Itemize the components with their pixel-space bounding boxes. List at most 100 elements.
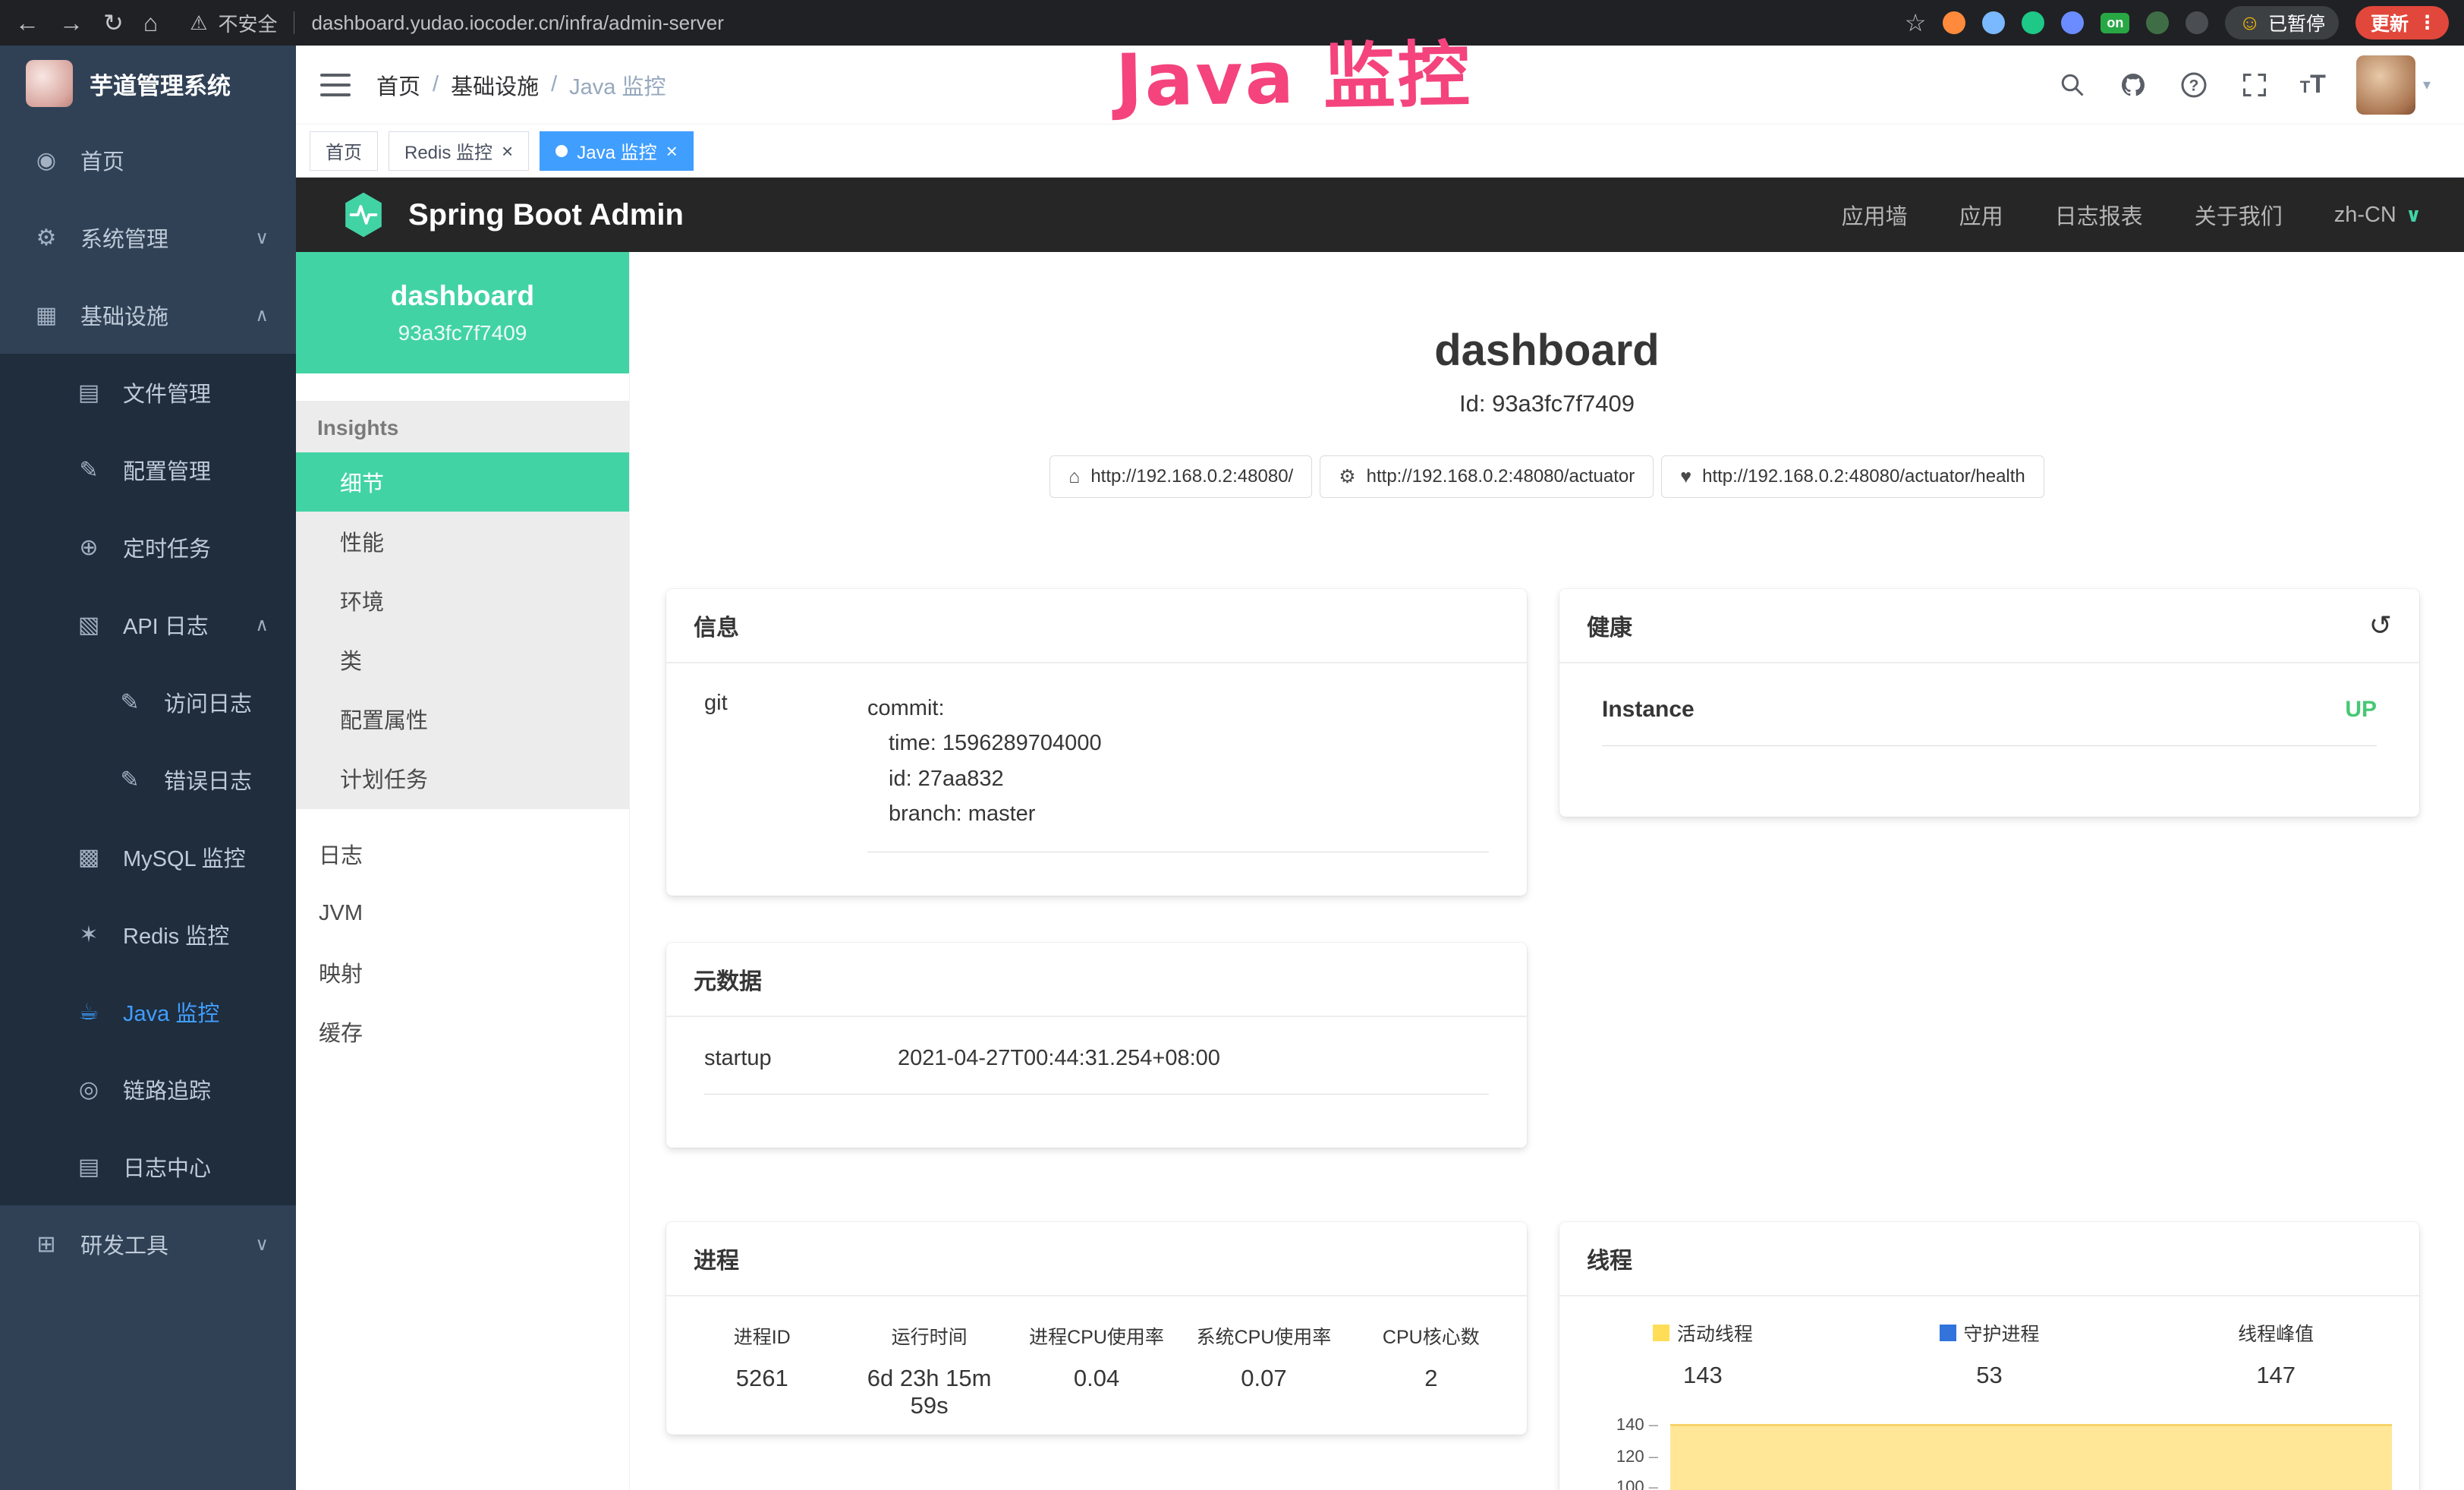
sidebar-item-api-logs[interactable]: ▧ API 日志 ∧ bbox=[0, 586, 296, 663]
sba-menu-jvm[interactable]: JVM bbox=[296, 884, 629, 943]
extension-grid-icon[interactable] bbox=[2061, 11, 2084, 34]
hamburger-icon[interactable] bbox=[320, 74, 351, 96]
back-icon[interactable]: ← bbox=[15, 11, 39, 35]
endpoint-url: http://192.168.0.2:48080/ bbox=[1090, 466, 1293, 487]
sba-menu-classes[interactable]: 类 bbox=[296, 630, 629, 689]
card-metadata: 元数据 startup 2021-04-27T00:44:31.254+08:0… bbox=[666, 943, 1527, 1148]
breadcrumb-section[interactable]: 基础设施 bbox=[451, 69, 539, 101]
sidebar-item-label: 文件管理 bbox=[123, 376, 211, 408]
avatar bbox=[2356, 55, 2415, 115]
sba-menu-config-props[interactable]: 配置属性 bbox=[296, 689, 629, 748]
sba-content: dashboard Id: 93a3fc7f7409 ⌂ http://192.… bbox=[630, 252, 2464, 1490]
locale-label: zh-CN bbox=[2334, 203, 2396, 228]
close-icon[interactable]: × bbox=[666, 141, 678, 161]
breadcrumb-home[interactable]: 首页 bbox=[376, 69, 420, 101]
caret-down-icon: ▾ bbox=[2423, 75, 2431, 94]
extension-leaf-icon[interactable] bbox=[2146, 11, 2169, 34]
address-bar[interactable]: ⚠ 不安全 dashboard.yudao.iocoder.cn/infra/a… bbox=[190, 9, 724, 37]
sidebar-item-file-mgmt[interactable]: ▤ 文件管理 bbox=[0, 354, 296, 431]
fullscreen-icon[interactable] bbox=[2239, 70, 2270, 100]
process-stat: 进程ID 5261 bbox=[678, 1322, 845, 1419]
gauge-icon: ◉ bbox=[32, 147, 61, 174]
sidebar-item-scheduled-jobs[interactable]: ⊕ 定时任务 bbox=[0, 509, 296, 586]
health-row: Instance UP bbox=[1602, 697, 2377, 746]
endpoint-links: ⌂ http://192.168.0.2:48080/ ⚙ http://192… bbox=[630, 455, 2464, 498]
sba-menu-environment[interactable]: 环境 bbox=[296, 571, 629, 630]
extension-drop-icon[interactable] bbox=[1982, 11, 2005, 34]
process-stat: CPU核心数 2 bbox=[1348, 1322, 1515, 1419]
sba-menu-metrics[interactable]: 性能 bbox=[296, 512, 629, 571]
tab-home[interactable]: 首页 bbox=[310, 131, 378, 171]
endpoint-url: http://192.168.0.2:48080/actuator bbox=[1367, 466, 1635, 487]
sidebar-item-label: 错误日志 bbox=[164, 764, 252, 795]
sba-menu-mappings[interactable]: 映射 bbox=[296, 943, 629, 1002]
sidebar-item-mysql-monitor[interactable]: ▩ MySQL 监控 bbox=[0, 818, 296, 896]
sba-menu-section-label: Insights bbox=[296, 401, 629, 452]
sba-nav-about[interactable]: 关于我们 bbox=[2195, 199, 2283, 231]
api-log-icon: ▧ bbox=[74, 612, 103, 638]
sidebar-item-label: API 日志 bbox=[123, 609, 209, 641]
sidebar-item-access-logs[interactable]: ✎ 访问日志 bbox=[0, 663, 296, 741]
sba-menu-caches[interactable]: 缓存 bbox=[296, 1002, 629, 1061]
sba-menu-scheduled-tasks[interactable]: 计划任务 bbox=[296, 748, 629, 808]
tab-redis-monitor[interactable]: Redis 监控 × bbox=[389, 131, 529, 171]
sidebar-item-redis-monitor[interactable]: ✶ Redis 监控 bbox=[0, 896, 296, 973]
sba-menu-logs[interactable]: 日志 bbox=[296, 824, 629, 884]
svg-text:?: ? bbox=[2189, 77, 2198, 94]
app-logo-row: 芋道管理系统 bbox=[0, 46, 296, 121]
metadata-value: 2021-04-27T00:44:31.254+08:00 bbox=[898, 1046, 1489, 1071]
sidebar-item-error-logs[interactable]: ✎ 错误日志 bbox=[0, 741, 296, 818]
history-icon[interactable]: ↺ bbox=[2369, 612, 2392, 639]
page-title: dashboard bbox=[630, 325, 2464, 376]
mysql-icon: ▩ bbox=[74, 844, 103, 871]
sidebar-item-system-mgmt[interactable]: ⚙ 系统管理 ∨ bbox=[0, 199, 296, 276]
page-instance-id: Id: 93a3fc7f7409 bbox=[630, 390, 2464, 417]
sidebar-item-label: 链路追踪 bbox=[123, 1073, 211, 1105]
sidebar-item-log-center[interactable]: ▤ 日志中心 bbox=[0, 1128, 296, 1205]
sba-nav-applications[interactable]: 应用 bbox=[1959, 199, 2003, 231]
extension-fox-icon[interactable] bbox=[1943, 11, 1965, 34]
endpoint-root[interactable]: ⌂ http://192.168.0.2:48080/ bbox=[1049, 455, 1312, 498]
redis-icon: ✶ bbox=[74, 921, 103, 948]
user-menu[interactable]: ▾ bbox=[2356, 55, 2431, 115]
legend-peak-threads: 线程峰值 147 bbox=[2132, 1319, 2419, 1389]
sidebar-item-label: 访问日志 bbox=[164, 686, 252, 718]
browser-home-icon[interactable]: ⌂ bbox=[143, 11, 158, 35]
sidebar-item-config-mgmt[interactable]: ✎ 配置管理 bbox=[0, 431, 296, 509]
tab-label: 首页 bbox=[326, 137, 362, 164]
tab-java-monitor[interactable]: Java 监控 × bbox=[540, 131, 694, 171]
sidebar-item-home[interactable]: ◉ 首页 bbox=[0, 121, 296, 199]
sba-instance-header[interactable]: dashboard 93a3fc7f7409 bbox=[296, 252, 629, 373]
sidebar-item-java-monitor[interactable]: ☕ Java 监控 bbox=[0, 973, 296, 1051]
infra-icon: ▦ bbox=[32, 302, 61, 329]
sba-nav-wallboard[interactable]: 应用墙 bbox=[1842, 199, 1908, 231]
extension-puzzle-icon[interactable] bbox=[2186, 11, 2208, 34]
navbar-actions: ? TT ▾ bbox=[2057, 55, 2464, 115]
help-icon[interactable]: ? bbox=[2179, 70, 2209, 100]
close-icon[interactable]: × bbox=[502, 141, 513, 161]
wrench-icon: ⚙ bbox=[1339, 465, 1355, 488]
search-icon[interactable] bbox=[2057, 70, 2088, 100]
endpoint-actuator[interactable]: ⚙ http://192.168.0.2:48080/actuator bbox=[1320, 455, 1654, 498]
update-button[interactable]: 更新 ⋮ bbox=[2355, 6, 2449, 39]
warning-icon: ⚠ bbox=[190, 11, 207, 35]
sba-nav-journal[interactable]: 日志报表 bbox=[2055, 199, 2143, 231]
sidebar-item-infrastructure[interactable]: ▦ 基础设施 ∧ bbox=[0, 276, 296, 354]
extension-on-badge[interactable]: on bbox=[2101, 13, 2129, 33]
sidebar-item-label: 配置管理 bbox=[123, 454, 211, 486]
extension-evernote-icon[interactable] bbox=[2022, 11, 2044, 34]
sba-menu-details[interactable]: 细节 bbox=[296, 452, 629, 512]
sidebar-item-tracing[interactable]: ◎ 链路追踪 bbox=[0, 1051, 296, 1128]
reload-icon[interactable]: ↻ bbox=[103, 11, 124, 35]
sba-brand[interactable]: Spring Boot Admin bbox=[338, 190, 684, 240]
bookmark-star-icon[interactable]: ☆ bbox=[1905, 11, 1927, 35]
forward-icon[interactable]: → bbox=[59, 11, 83, 35]
sidebar-item-dev-tools[interactable]: ⊞ 研发工具 ∨ bbox=[0, 1205, 296, 1283]
paused-pill[interactable]: ☺ 已暂停 bbox=[2225, 6, 2339, 39]
endpoint-health[interactable]: ♥ http://192.168.0.2:48080/actuator/heal… bbox=[1661, 455, 2044, 498]
kebab-menu-icon[interactable]: ⋮ bbox=[2418, 11, 2437, 34]
github-icon[interactable] bbox=[2118, 70, 2148, 100]
sba-locale-select[interactable]: zh-CN ∨ bbox=[2334, 203, 2422, 228]
font-size-icon[interactable]: TT bbox=[2300, 70, 2326, 99]
sidebar-item-label: 首页 bbox=[80, 144, 124, 176]
